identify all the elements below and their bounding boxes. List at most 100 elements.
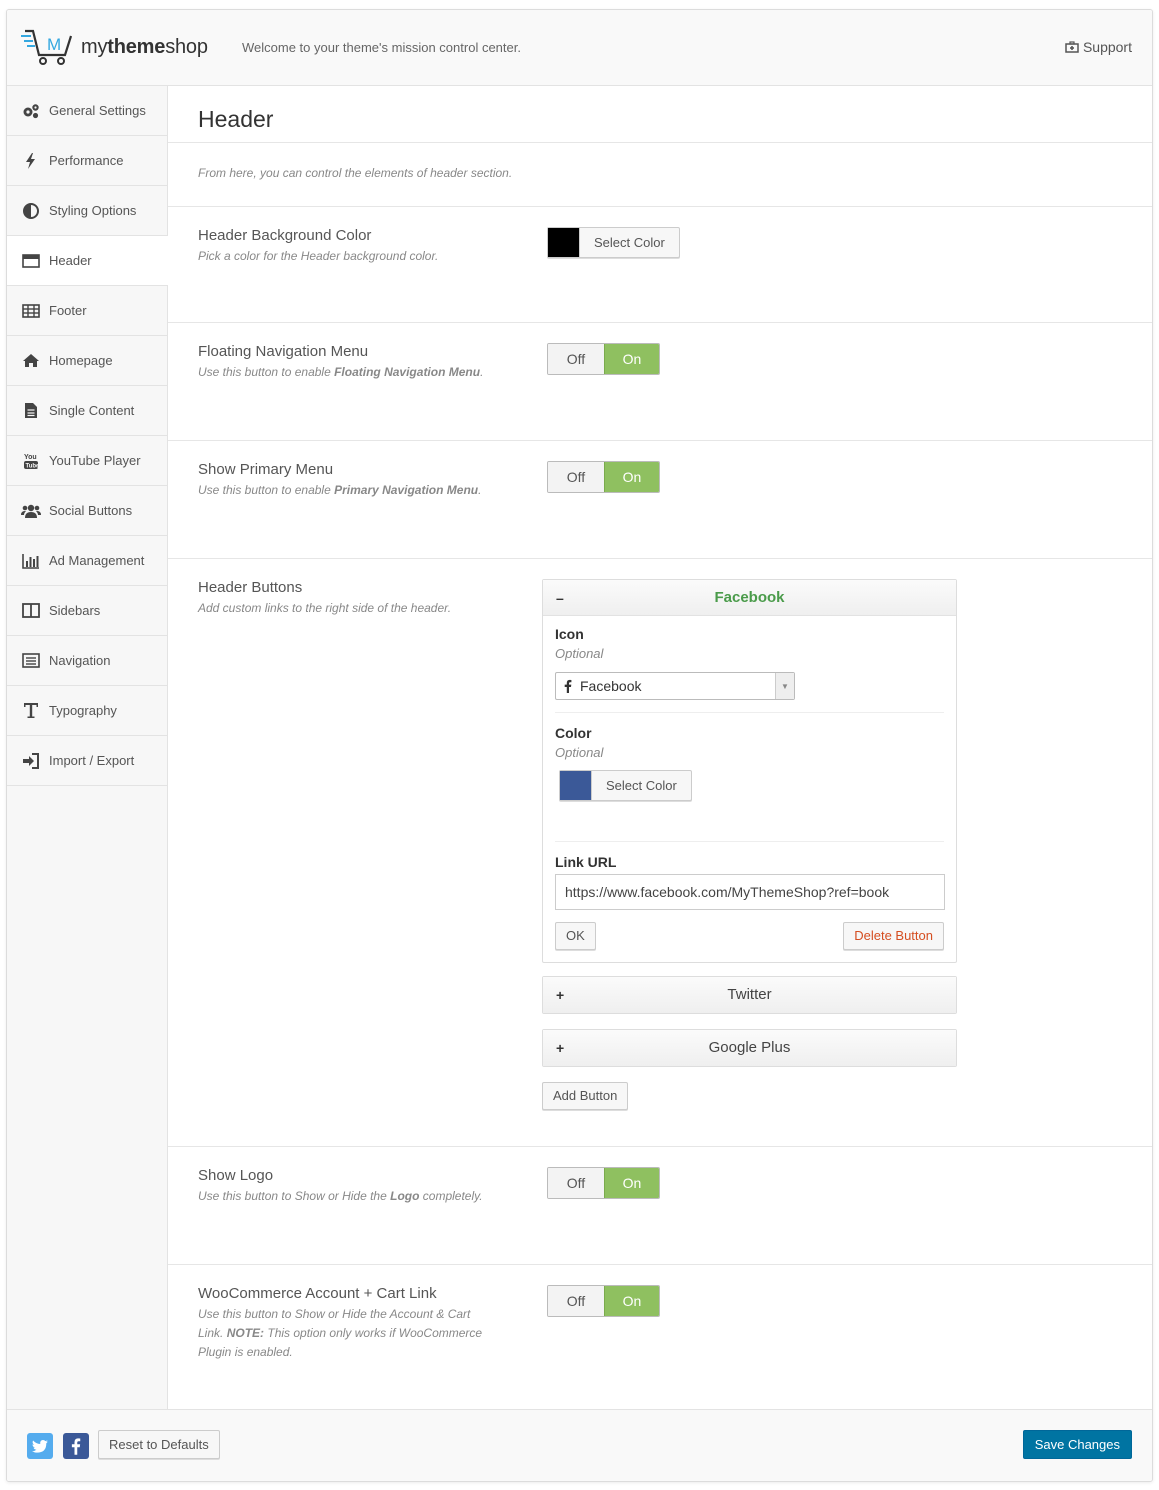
option-title: Header Background Color [198,227,372,244]
repeater-item-facebook: – Facebook Icon Optional Facebook ▼ Colo… [542,579,957,963]
tagline: Welcome to your theme's mission control … [242,40,521,55]
users-icon [21,501,41,521]
show-logo-toggle[interactable]: Off On [547,1167,660,1199]
page-description: From here, you can control the elements … [168,143,1152,207]
button-color-picker[interactable]: Select Color [559,770,692,801]
sign-in-icon [21,751,41,771]
twitter-icon[interactable] [27,1433,53,1459]
sidebar-item-single-content[interactable]: Single Content [7,386,167,436]
save-changes-button[interactable]: Save Changes [1022,1430,1132,1459]
repeater-item-title: Google Plus [708,1039,791,1056]
main-content: Header From here, you can control the el… [168,86,1152,1411]
sidebar-item-footer[interactable]: Footer [7,286,167,336]
sidebar-item-performance[interactable]: Performance [7,136,167,186]
toggle-off[interactable]: Off [548,344,604,374]
color-swatch [560,771,591,800]
expand-toggle[interactable]: + [556,977,564,1013]
sidebar-item-label: Typography [49,703,117,718]
repeater-item-header[interactable]: + Google Plus [543,1030,956,1066]
topbar: M mythemeshop Welcome to your theme's mi… [7,10,1152,86]
sidebar-item-general-settings[interactable]: General Settings [7,86,167,136]
support-label: Support [1082,39,1132,55]
bar-chart-icon [21,551,41,571]
collapse-toggle[interactable]: – [556,580,564,616]
toggle-on[interactable]: On [604,462,659,492]
toggle-on[interactable]: On [604,1168,659,1198]
color-field-hint: Optional [555,745,604,760]
select-color-label: Select Color [579,228,679,257]
logo-wordmark: mythemeshop [81,35,208,58]
support-link[interactable]: Support [1065,39,1132,55]
facebook-icon [564,679,572,693]
text-icon [21,701,41,721]
delete-button[interactable]: Delete Button [843,922,944,950]
cart-logo-icon: M [21,29,73,65]
floating-nav-toggle[interactable]: Off On [547,343,660,375]
option-title: Show Primary Menu [198,461,334,478]
sidebar-item-social-buttons[interactable]: Social Buttons [7,486,167,536]
option-description: Add custom links to the right side of th… [198,601,452,615]
sidebar-item-header[interactable]: Header [7,236,168,286]
toggle-on[interactable]: On [604,1286,659,1316]
facebook-icon[interactable] [63,1433,89,1459]
option-woocommerce: WooCommerce Account + Cart Link Use this… [168,1265,1152,1411]
dropdown-arrow-icon[interactable]: ▼ [775,673,794,699]
toggle-off[interactable]: Off [548,1168,604,1198]
option-floating-nav: Floating Navigation Menu Use this button… [168,323,1152,441]
icon-select[interactable]: Facebook ▼ [555,672,795,700]
contrast-icon [21,201,41,221]
reset-defaults-button[interactable]: Reset to Defaults [98,1430,220,1459]
sidebar-item-youtube-player[interactable]: You Tube YouTube Player [7,436,167,486]
toggle-off[interactable]: Off [548,462,604,492]
option-description: Use this button to enable Primary Naviga… [198,483,482,497]
option-title: WooCommerce Account + Cart Link [198,1285,437,1302]
home-icon [21,351,41,371]
sidebar-item-label: Import / Export [49,753,135,768]
repeater-item-header[interactable]: – Facebook [543,580,956,616]
sidebar-item-label: General Settings [49,103,146,118]
sidebar: General Settings Performance Styling Opt… [7,86,168,1411]
sidebar-item-import-export[interactable]: Import / Export [7,736,167,786]
option-primary-menu: Show Primary Menu Use this button to ena… [168,441,1152,559]
svg-text:M: M [47,35,61,54]
divider [555,712,944,713]
url-field-label: Link URL [555,854,617,870]
expand-toggle[interactable]: + [556,1030,564,1066]
add-button[interactable]: Add Button [542,1082,629,1110]
primary-menu-toggle[interactable]: Off On [547,461,660,493]
toggle-off[interactable]: Off [548,1286,604,1316]
sidebar-item-sidebars[interactable]: Sidebars [7,586,167,636]
options-panel: M mythemeshop Welcome to your theme's mi… [6,9,1153,1482]
toggle-on[interactable]: On [604,344,659,374]
option-description: Use this button to enable Floating Navig… [198,365,484,379]
repeater-item-google-plus: + Google Plus [542,1029,957,1067]
color-field-label: Color [555,725,592,741]
color-swatch [548,228,579,257]
gears-icon [21,101,41,121]
sidebar-item-typography[interactable]: Typography [7,686,167,736]
sidebar-item-label: Navigation [49,653,111,668]
repeater-item-header[interactable]: + Twitter [543,977,956,1013]
option-title: Floating Navigation Menu [198,343,369,360]
sidebar-item-label: Styling Options [49,203,137,218]
select-color-label: Select Color [591,771,691,800]
header-icon [21,251,41,271]
ok-button[interactable]: OK [555,922,596,950]
sidebar-item-homepage[interactable]: Homepage [7,336,167,386]
columns-icon [21,601,41,621]
repeater-item-title: Twitter [727,986,772,1003]
sidebar-item-label: Homepage [49,353,113,368]
option-title: Show Logo [198,1167,274,1184]
header-bg-color-picker[interactable]: Select Color [547,227,680,258]
medkit-icon [1065,41,1079,53]
icon-field-hint: Optional [555,646,604,661]
bolt-icon [21,151,41,171]
sidebar-item-styling-options[interactable]: Styling Options [7,186,167,236]
repeater-item-title: Facebook [714,589,785,606]
sidebar-item-navigation[interactable]: Navigation [7,636,167,686]
option-description: Pick a color for the Header background c… [198,249,439,263]
woocommerce-toggle[interactable]: Off On [547,1285,660,1317]
sidebar-item-ad-management[interactable]: Ad Management [7,536,167,586]
link-url-input[interactable]: https://www.facebook.com/MyThemeShop?ref… [555,874,945,910]
sidebar-item-label: Ad Management [49,553,145,568]
